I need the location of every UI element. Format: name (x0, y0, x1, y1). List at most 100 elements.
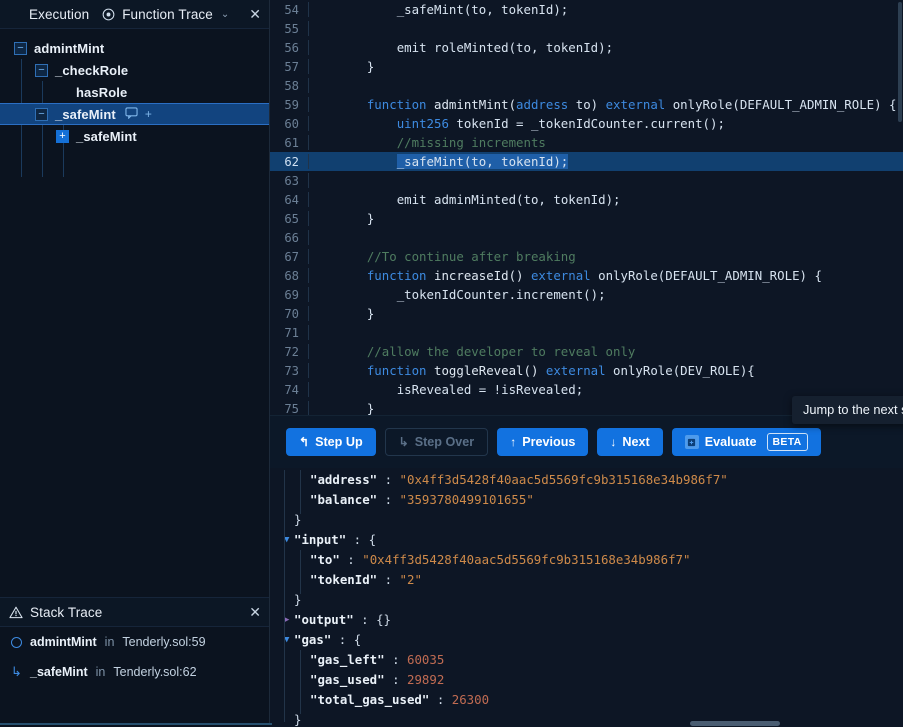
code-vscrollbar[interactable] (897, 0, 903, 727)
json-colon: : (377, 492, 400, 508)
json-line[interactable]: ▼ "input" : { (270, 530, 903, 550)
tab-execution[interactable]: Execution (29, 7, 89, 22)
json-indent-guide (284, 469, 285, 722)
stack-trace-panel: Stack Trace ✕ admintMint in Tenderly.sol:5… (0, 597, 269, 727)
close-icon[interactable]: ✕ (249, 7, 261, 21)
json-line[interactable]: } (270, 590, 903, 610)
trace-node[interactable]: + _safeMint (0, 125, 269, 147)
code-text: emit roleMinted(to, tokenId); (308, 40, 613, 55)
json-key: "to" (310, 552, 340, 568)
source-code-editor[interactable]: 54 _safeMint(to, tokenId); 55 56 emit rol… (270, 0, 903, 416)
code-line[interactable]: 64 emit adminMinted(to, tokenId); (270, 190, 903, 209)
json-line[interactable]: "address" : "0x4ff3d5428f40aac5d5569fc9b… (270, 470, 903, 490)
json-line[interactable]: "gas_used" : 29892 (270, 670, 903, 690)
code-text (308, 173, 397, 188)
code-line[interactable]: 55 (270, 19, 903, 38)
code-line[interactable]: 63 (270, 171, 903, 190)
code-text: function admintMint(address to) external… (308, 97, 897, 112)
step-over-icon: ↳ (398, 435, 409, 450)
code-text: _safeMint(to, tokenId); (308, 154, 569, 169)
trace-node[interactable]: − _safeMint + (0, 103, 269, 125)
line-number: 74 (284, 382, 299, 397)
collapse-icon[interactable]: − (14, 41, 27, 55)
code-line[interactable]: 60 uint256 tokenId = _tokenIdCounter.cur… (270, 114, 903, 133)
close-icon[interactable]: ✕ (249, 605, 261, 619)
code-line[interactable]: 73 function toggleReveal() external only… (270, 361, 903, 380)
code-token: } (366, 59, 375, 74)
json-value: "0x4ff3d5428f40aac5d5569fc9b315168e34b98… (362, 552, 691, 568)
json-value: 29892 (407, 672, 445, 688)
beta-badge: BETA (766, 433, 808, 452)
stack-trace-row[interactable]: ↳ _safeMint in Tenderly.sol:62 (0, 657, 269, 687)
code-token: admintMint( (433, 97, 517, 112)
expand-icon[interactable]: + (56, 129, 69, 143)
json-colon: : (339, 552, 363, 568)
code-line[interactable]: 66 (270, 228, 903, 247)
json-line[interactable]: "total_gas_used" : 26300 (270, 690, 903, 710)
trace-node[interactable]: − _checkRole (0, 59, 269, 81)
chevron-right-icon[interactable]: ▶ (284, 615, 294, 625)
function-trace-tree: − admintMint − _checkRole hasRole − _safeMint +… (0, 29, 269, 597)
json-line[interactable]: "tokenId" : "2" (270, 570, 903, 590)
trace-node-label: admintMint (34, 40, 105, 56)
stack-trace-row[interactable]: admintMint in Tenderly.sol:59 (0, 627, 269, 657)
trace-node[interactable]: hasRole (0, 81, 269, 103)
arrow-up-icon: ↑ (510, 435, 517, 450)
json-line[interactable]: "balance" : "3593780499101655" (270, 490, 903, 510)
code-token: external (545, 363, 614, 378)
json-line[interactable]: ▼ "gas" : { (270, 630, 903, 650)
json-hscrollbar[interactable] (540, 720, 903, 727)
code-text (308, 230, 367, 245)
comment-icon[interactable] (125, 106, 138, 122)
next-button[interactable]: ↓ Next (597, 428, 663, 457)
line-number: 70 (284, 306, 299, 321)
collapse-icon[interactable]: − (35, 107, 48, 121)
json-line[interactable]: ▶ "output" : {} (270, 610, 903, 630)
json-line[interactable]: "gas_left" : 60035 (270, 650, 903, 670)
code-token: function (366, 363, 434, 378)
code-line[interactable]: 57 } (270, 57, 903, 76)
stack-sep: in (104, 635, 115, 649)
code-line[interactable]: 70 } (270, 304, 903, 323)
code-line[interactable]: 58 (270, 76, 903, 95)
json-line[interactable]: } (270, 510, 903, 530)
next-button-tooltip: Jump to the next step in the execution (792, 396, 903, 424)
previous-button[interactable]: ↑ Previous (497, 428, 589, 457)
sidebar-hscrollbar[interactable] (0, 723, 272, 727)
code-token: onlyRole(DEV_ROLE){ (613, 363, 755, 378)
json-key: "address" (310, 472, 378, 488)
json-line[interactable]: "to" : "0x4ff3d5428f40aac5d5569fc9b31516… (270, 550, 903, 570)
json-value: { (368, 532, 377, 548)
code-line[interactable]: 71 (270, 323, 903, 342)
code-line[interactable]: 72 //allow the developer to reveal only (270, 342, 903, 361)
evaluate-button[interactable]: Evaluate BETA (671, 428, 821, 457)
json-key: "tokenId" (310, 572, 378, 588)
code-line[interactable]: 65 } (270, 209, 903, 228)
line-number: 65 (284, 211, 299, 226)
json-output-panel[interactable]: "address" : "0x4ff3d5428f40aac5d5569fc9b… (270, 467, 903, 727)
code-line[interactable]: 62 _safeMint(to, tokenId); (270, 152, 903, 171)
chevron-down-icon[interactable]: ⌄ (221, 9, 229, 20)
chevron-down-icon[interactable]: ▼ (284, 535, 294, 545)
code-line[interactable]: 54 _safeMint(to, tokenId); (270, 0, 903, 19)
code-line[interactable]: 61 //missing increments (270, 133, 903, 152)
step-over-button[interactable]: ↳ Step Over (384, 428, 489, 457)
code-line[interactable]: 69 _tokenIdCounter.increment(); (270, 285, 903, 304)
code-line[interactable]: 56 emit roleMinted(to, tokenId); (270, 38, 903, 57)
code-line[interactable]: 59 function admintMint(address to) exter… (270, 95, 903, 114)
tab-function-trace[interactable]: Function Trace (122, 7, 213, 22)
code-token: toggleReveal() (433, 363, 546, 378)
step-up-button[interactable]: ↰ Step Up (286, 428, 376, 457)
add-icon[interactable]: + (145, 107, 152, 121)
step-up-label: Step Up (315, 435, 363, 450)
code-line[interactable]: 68 function increaseId() external onlyRo… (270, 266, 903, 285)
code-text: function increaseId() external onlyRole(… (308, 268, 822, 283)
hamburger-icon[interactable] (9, 9, 22, 20)
chevron-down-icon[interactable]: ▼ (284, 635, 294, 645)
code-token: isRevealed = !isRevealed; (396, 382, 584, 397)
collapse-icon[interactable]: − (35, 63, 48, 77)
tenderly-debugger-window: Execution Function Trace ⌄ ✕ − admintMint… (0, 0, 903, 727)
code-line[interactable]: 67 //To continue after breaking (270, 247, 903, 266)
trace-node[interactable]: − admintMint (0, 37, 269, 59)
code-text (308, 325, 367, 340)
